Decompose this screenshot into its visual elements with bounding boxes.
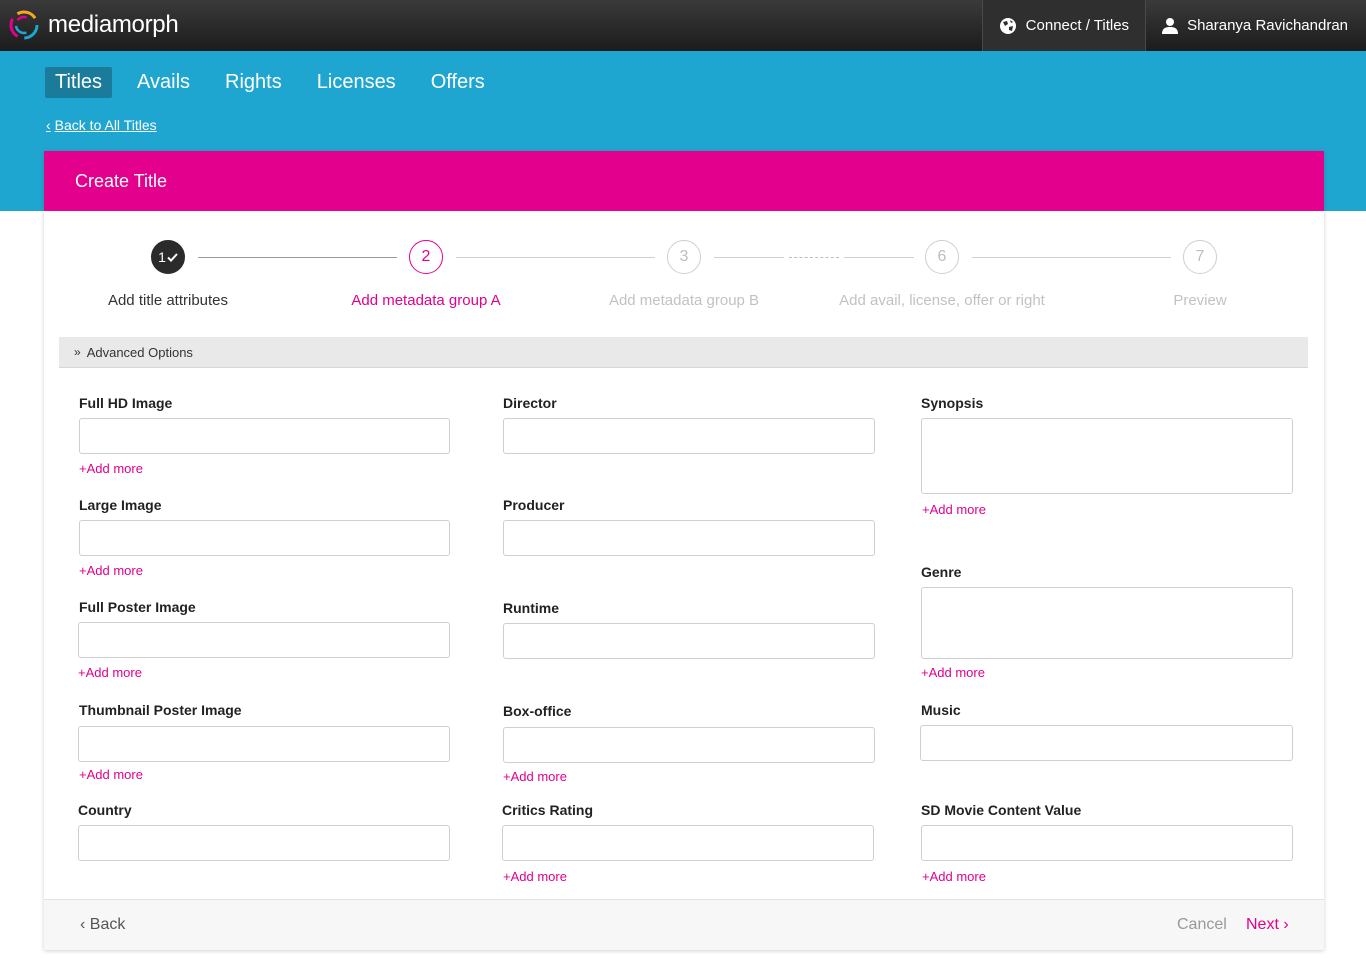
music-label: Music bbox=[921, 702, 961, 718]
synopsis-label: Synopsis bbox=[921, 395, 984, 411]
step-1-number: 1 bbox=[158, 249, 166, 265]
genre-textarea[interactable] bbox=[921, 587, 1293, 659]
director-input[interactable] bbox=[503, 418, 875, 454]
thumbnail-poster-image-input[interactable] bbox=[78, 726, 450, 762]
step-2-label: Add metadata group A bbox=[351, 292, 501, 309]
step-6-label: Add avail, license, offer or right bbox=[839, 292, 1045, 309]
step-connector bbox=[844, 257, 914, 258]
back-button-label: Back bbox=[89, 916, 126, 933]
producer-label: Producer bbox=[503, 497, 565, 513]
connect-titles-button[interactable]: Connect / Titles bbox=[981, 0, 1147, 51]
step-3-label: Add metadata group B bbox=[608, 292, 760, 309]
genre-label: Genre bbox=[921, 564, 962, 580]
step-6-circle[interactable]: 6 bbox=[925, 240, 959, 274]
app-name: mediamorph bbox=[48, 11, 179, 38]
chevron-left-icon: ‹ bbox=[80, 916, 90, 933]
nav-tab-licenses[interactable]: Licenses bbox=[307, 67, 406, 98]
full-poster-image-label: Full Poster Image bbox=[79, 599, 196, 615]
back-button[interactable]: ‹ Back bbox=[80, 916, 125, 934]
country-label: Country bbox=[78, 802, 132, 818]
box-office-add-more[interactable]: +Add more bbox=[503, 769, 567, 784]
full-poster-image-add-more[interactable]: +Add more bbox=[78, 665, 142, 680]
nav-tab-offers[interactable]: Offers bbox=[421, 67, 495, 98]
thumbnail-poster-image-label: Thumbnail Poster Image bbox=[79, 702, 242, 718]
full-poster-image-input[interactable] bbox=[78, 622, 450, 658]
full-hd-image-input[interactable] bbox=[79, 418, 450, 454]
chevron-left-icon: ‹ bbox=[46, 117, 51, 133]
back-to-all-titles-link[interactable]: ‹ Back to All Titles bbox=[46, 117, 157, 133]
large-image-input[interactable] bbox=[79, 520, 450, 556]
step-1-label: Add title attributes bbox=[107, 292, 229, 309]
chevron-right-icon: › bbox=[1278, 916, 1289, 933]
check-icon bbox=[167, 252, 178, 262]
card-title: Create Title bbox=[44, 151, 1324, 211]
back-to-all-titles-label: Back to All Titles bbox=[54, 117, 157, 133]
synopsis-textarea[interactable] bbox=[921, 418, 1293, 494]
step-connector bbox=[456, 257, 655, 258]
step-6-number: 6 bbox=[937, 248, 947, 265]
step-2-number: 2 bbox=[421, 248, 431, 265]
step-connector-dashed bbox=[789, 257, 839, 258]
large-image-add-more[interactable]: +Add more bbox=[79, 563, 143, 578]
nav-tab-avails[interactable]: Avails bbox=[127, 67, 200, 98]
country-input[interactable] bbox=[78, 825, 450, 861]
step-3-circle[interactable]: 3 bbox=[667, 240, 701, 274]
user-menu-button[interactable]: Sharanya Ravichandran bbox=[1146, 0, 1364, 51]
sd-movie-content-value-label: SD Movie Content Value bbox=[921, 802, 1082, 818]
next-button-label: Next bbox=[1246, 916, 1279, 933]
synopsis-add-more[interactable]: +Add more bbox=[922, 502, 986, 517]
cancel-button[interactable]: Cancel bbox=[1177, 916, 1227, 934]
runtime-input[interactable] bbox=[503, 623, 875, 659]
card-footer: ‹ Back Cancel Next › bbox=[44, 899, 1324, 950]
step-2-circle[interactable]: 2 bbox=[409, 240, 443, 274]
advanced-options-toggle[interactable]: » Advanced Options bbox=[59, 337, 1308, 368]
step-7-number: 7 bbox=[1195, 248, 1205, 265]
double-chevron-right-icon: » bbox=[74, 345, 81, 359]
user-name: Sharanya Ravichandran bbox=[1187, 17, 1348, 34]
wizard-stepper: 1 Add title attributes 2 Add metadata gr… bbox=[44, 211, 1324, 337]
box-office-label: Box-office bbox=[503, 703, 572, 719]
user-icon bbox=[1162, 18, 1179, 34]
nav-tab-rights[interactable]: Rights bbox=[215, 67, 292, 98]
runtime-label: Runtime bbox=[503, 600, 559, 616]
app-logo[interactable]: mediamorph bbox=[8, 9, 179, 41]
box-office-input[interactable] bbox=[503, 727, 875, 763]
advanced-options-label: Advanced Options bbox=[86, 344, 193, 360]
critics-rating-label: Critics Rating bbox=[502, 802, 594, 818]
sd-movie-content-value-input[interactable] bbox=[921, 825, 1293, 861]
critics-rating-input[interactable] bbox=[502, 825, 874, 861]
step-connector bbox=[972, 257, 1171, 258]
next-button[interactable]: Next › bbox=[1246, 916, 1289, 934]
step-3-number: 3 bbox=[679, 248, 689, 265]
connect-titles-label: Connect / Titles bbox=[1025, 17, 1130, 34]
top-bar: mediamorph Connect / Titles Sharanya Rav… bbox=[0, 0, 1366, 51]
step-connector bbox=[714, 257, 784, 258]
large-image-label: Large Image bbox=[79, 497, 162, 513]
step-connector bbox=[198, 257, 397, 258]
globe-icon bbox=[999, 17, 1016, 34]
full-hd-image-label: Full HD Image bbox=[79, 395, 173, 411]
step-7-label: Preview bbox=[1173, 292, 1227, 309]
nav-tab-titles[interactable]: Titles bbox=[45, 67, 113, 98]
thumbnail-poster-image-add-more[interactable]: +Add more bbox=[79, 767, 143, 782]
step-1-circle[interactable]: 1 bbox=[151, 240, 185, 274]
producer-input[interactable] bbox=[503, 520, 875, 556]
music-input[interactable] bbox=[920, 725, 1293, 761]
create-title-card: Create Title 1 Add title attributes 2 Ad… bbox=[44, 151, 1324, 950]
step-7-circle[interactable]: 7 bbox=[1183, 240, 1217, 274]
full-hd-image-add-more[interactable]: +Add more bbox=[79, 461, 143, 476]
mediamorph-logo-icon bbox=[9, 10, 39, 40]
critics-rating-add-more[interactable]: +Add more bbox=[503, 869, 567, 884]
sd-movie-content-value-add-more[interactable]: +Add more bbox=[922, 869, 986, 884]
main-nav: Titles Avails Rights Licenses Offers bbox=[45, 67, 510, 98]
genre-add-more[interactable]: +Add more bbox=[921, 665, 985, 680]
director-label: Director bbox=[503, 395, 557, 411]
